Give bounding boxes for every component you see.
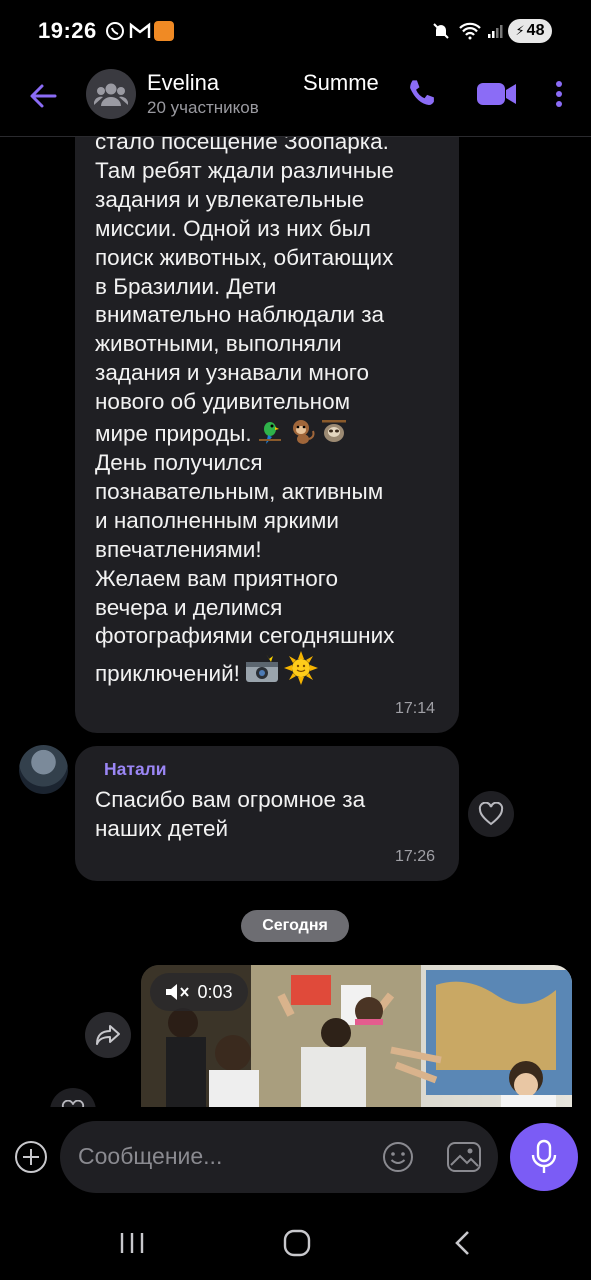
group-icon [94,83,128,106]
chat-title-continued[interactable]: Summe [303,70,379,96]
mute-icon [430,20,452,42]
app-notification-icon [153,20,175,42]
message-text-part: День получился познавательным, активным … [95,449,395,649]
back-button[interactable] [28,81,58,111]
microphone-icon [531,1139,557,1173]
status-bar: 19:26 ⚡ 48 [0,0,591,60]
recent-apps-icon [120,1233,144,1253]
home-button[interactable] [283,1229,311,1257]
message-text-part: мире природы. [95,421,252,447]
charging-icon: ⚡ [515,23,525,38]
gallery-button[interactable] [446,1141,482,1173]
chevron-left-icon [455,1231,469,1255]
status-time: 19:26 [38,18,97,43]
message-text: Спасибо вам огромное за наших детей [95,787,366,841]
attach-button[interactable] [14,1140,48,1174]
voice-message-button[interactable] [510,1123,578,1191]
message-input-placeholder: Сообщение... [78,1143,223,1169]
share-arrow-icon [96,1025,120,1045]
viber-notification-icon [104,20,126,42]
kebab-menu-icon [556,81,562,107]
message-time: 17:14 [395,700,436,717]
sloth-emoji [320,417,348,445]
voice-call-button[interactable] [405,77,439,111]
participants-count[interactable]: 20 участников [147,98,259,118]
system-navigation-bar [0,1207,591,1280]
like-button[interactable] [468,791,514,837]
date-separator: Сегодня [241,910,349,942]
image-icon [447,1142,481,1172]
message-text-part: приключений! [95,661,240,687]
wifi-icon [457,20,483,42]
battery-level: 48 [526,22,545,39]
smiley-icon [383,1142,413,1172]
system-back-button[interactable] [452,1229,474,1257]
video-camera-icon [477,83,516,105]
more-options-button[interactable] [552,78,566,112]
sender-name[interactable]: Натали [104,759,167,780]
forward-button[interactable] [85,1012,131,1058]
video-call-button[interactable] [475,78,519,110]
chat-header: Evelina Summe 20 участников [0,60,591,137]
chat-title[interactable]: Evelina [147,70,219,96]
heart-icon [478,802,504,826]
message-time: 17:26 [395,848,436,865]
video-duration: 0:03 [197,981,233,1002]
message-text: стало посещение Зоопарка. Там ребят ждал… [95,128,455,689]
parrot-emoji [256,417,284,445]
camera-flash-emoji [244,653,280,685]
gmail-notification-icon [129,20,151,42]
sticker-button[interactable] [382,1141,414,1173]
sender-avatar[interactable] [19,745,68,794]
message-text-part: стало посещение Зоопарка. Там ребят ждал… [95,129,394,415]
monkey-emoji [288,417,316,445]
video-duration-badge[interactable]: 0:03 [150,973,248,1011]
battery-indicator: ⚡ 48 [508,19,552,43]
phone-icon [410,80,434,106]
group-avatar[interactable] [86,69,136,119]
signal-icon [486,20,504,42]
recent-apps-button[interactable] [118,1231,146,1255]
plus-circle-icon [15,1141,47,1173]
sun-emoji [283,651,318,686]
home-icon [283,1229,311,1257]
muted-speaker-icon [166,984,190,1000]
back-arrow-icon [30,84,57,108]
